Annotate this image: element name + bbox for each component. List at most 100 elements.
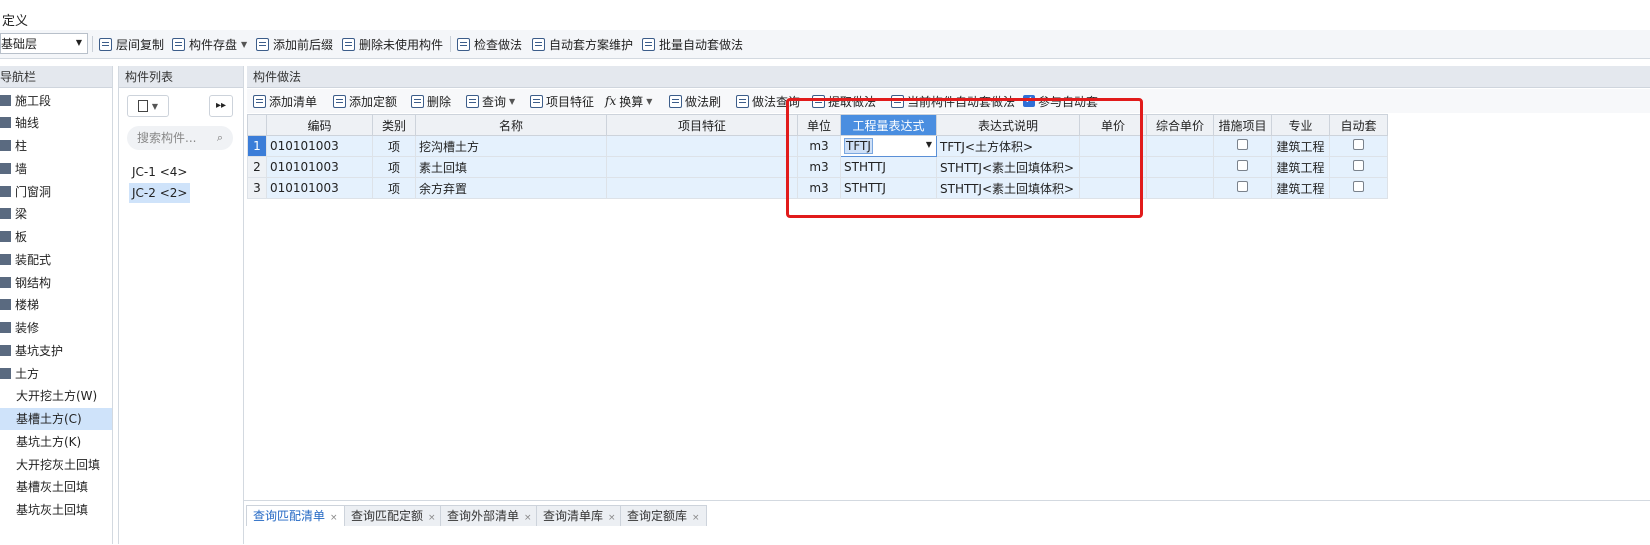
col-header[interactable]: 类别	[372, 114, 416, 136]
col-header[interactable]: 综合单价	[1146, 114, 1214, 136]
col-header[interactable]: 名称	[415, 114, 607, 136]
slab-icon	[0, 231, 11, 242]
nav-subitem[interactable]: 基槽灰土回填	[0, 476, 112, 498]
add-quota-button[interactable]: 添加定额	[333, 92, 397, 110]
new-file-icon	[137, 100, 148, 112]
cell-major[interactable]: 建筑工程	[1271, 156, 1330, 178]
tab-external-bill[interactable]: 查询外部清单 ×	[440, 505, 539, 526]
expand-icon[interactable]: ▸▸	[209, 95, 233, 117]
earthwork-icon	[0, 368, 11, 379]
cell-major[interactable]: 建筑工程	[1271, 135, 1330, 157]
check-method-button[interactable]: 检查做法	[457, 34, 522, 54]
nav-item[interactable]: 装修	[0, 317, 112, 339]
nav-item[interactable]: 楼梯	[0, 294, 112, 316]
cell-name[interactable]: 余方弃置	[415, 177, 607, 199]
nav-item[interactable]: 装配式	[0, 249, 112, 271]
add-bill-button[interactable]: 添加清单	[253, 92, 317, 110]
nav-item[interactable]: 施工段	[0, 90, 112, 112]
nav-item-label: 土方	[15, 367, 40, 381]
cell-feature[interactable]	[606, 135, 798, 157]
delete-unused-button[interactable]: 删除未使用构件	[342, 34, 443, 54]
cell-type[interactable]: 项	[372, 177, 416, 199]
tab-label: 查询定额库	[627, 509, 688, 523]
row-number-header	[247, 114, 267, 136]
close-icon[interactable]: ×	[428, 513, 436, 523]
nav-item[interactable]: 板	[0, 226, 112, 248]
col-header[interactable]: 编码	[266, 114, 373, 136]
close-icon[interactable]: ×	[692, 513, 700, 523]
measure-checkbox[interactable]	[1213, 156, 1272, 178]
component-save-button[interactable]: 构件存盘 ▼	[172, 34, 247, 54]
tab-quota-library[interactable]: 查询定额库 ×	[620, 505, 707, 526]
measure-checkbox[interactable]	[1213, 177, 1272, 199]
nav-item[interactable]: 门窗洞	[0, 181, 112, 203]
nav-item[interactable]: 土方	[0, 363, 112, 385]
tab-bill-library[interactable]: 查询清单库 ×	[536, 505, 623, 526]
measure-checkbox[interactable]	[1213, 135, 1272, 157]
cell-code[interactable]: 010101003	[266, 177, 373, 199]
cell-type[interactable]: 项	[372, 156, 416, 178]
tab-match-bill[interactable]: 查询匹配清单 ×	[246, 505, 345, 526]
nav-item[interactable]: 梁	[0, 203, 112, 225]
nav-item[interactable]: 墙	[0, 158, 112, 180]
auto-scheme-button[interactable]: 自动套方案维护	[532, 34, 633, 54]
auto-apply-checkbox[interactable]	[1329, 177, 1388, 199]
close-icon[interactable]: ×	[330, 513, 338, 523]
cell-feature[interactable]	[606, 177, 798, 199]
query-button[interactable]: 查询 ▼	[466, 92, 515, 110]
nav-subitem[interactable]: 大开挖土方(W)	[0, 385, 112, 407]
close-icon[interactable]: ×	[524, 513, 532, 523]
cell-major[interactable]: 建筑工程	[1271, 177, 1330, 199]
col-header[interactable]: 措施项目	[1213, 114, 1272, 136]
col-header[interactable]: 项目特征	[606, 114, 798, 136]
cell-code[interactable]: 010101003	[266, 135, 373, 157]
component-search-input[interactable]: 搜索构件... ⌕	[127, 126, 233, 150]
cell-type[interactable]: 项	[372, 135, 416, 157]
auto-apply-checkbox[interactable]	[1329, 156, 1388, 178]
checkbox-icon	[1237, 139, 1248, 150]
checkbox-icon	[1353, 160, 1364, 171]
nav-item-label: 墙	[15, 162, 28, 176]
component-item[interactable]: JC-1 <4>	[129, 162, 190, 182]
cell-name[interactable]: 挖沟槽土方	[415, 135, 607, 157]
tab-label: 查询匹配清单	[253, 509, 326, 523]
component-item-selected[interactable]: JC-2 <2>	[129, 183, 191, 203]
item-feature-label: 项目特征	[546, 94, 595, 109]
nav-item[interactable]: 柱	[0, 135, 112, 157]
add-quota-icon	[333, 94, 346, 108]
nav-item[interactable]: 钢结构	[0, 272, 112, 294]
nav-subitem-selected[interactable]: 基槽土方(C)	[0, 408, 112, 430]
cell-code[interactable]: 010101003	[266, 156, 373, 178]
cell-total[interactable]	[1146, 135, 1214, 157]
beam-icon	[0, 208, 11, 219]
nav-item[interactable]: 轴线	[0, 112, 112, 134]
row-number: 2	[247, 156, 267, 178]
new-component-button[interactable]: ▼	[127, 95, 169, 117]
nav-item-label: 施工段	[15, 94, 52, 108]
convert-button[interactable]: fx 换算 ▼	[605, 92, 652, 110]
tab-match-quota[interactable]: 查询匹配定额 ×	[344, 505, 443, 526]
cell-total[interactable]	[1146, 177, 1214, 199]
add-prefix-suffix-button[interactable]: 添加前后缀	[256, 34, 333, 54]
delete-button[interactable]: 删除	[411, 92, 451, 110]
batch-auto-button[interactable]: 批量自动套做法	[642, 34, 743, 54]
nav-subitem[interactable]: 大开挖灰土回填	[0, 454, 112, 476]
nav-subitem[interactable]: 基坑灰土回填	[0, 499, 112, 521]
nav-item[interactable]: 基坑支护	[0, 340, 112, 362]
col-header[interactable]: 专业	[1271, 114, 1330, 136]
cell-total[interactable]	[1146, 156, 1214, 178]
auto-apply-checkbox[interactable]	[1329, 135, 1388, 157]
method-brush-button[interactable]: 做法刷	[669, 92, 721, 110]
nav-item-label: 门窗洞	[15, 185, 52, 199]
col-header[interactable]: 自动套	[1329, 114, 1388, 136]
item-feature-button[interactable]: 项目特征	[530, 92, 594, 110]
nav-subitem[interactable]: 基坑土方(K)	[0, 431, 112, 453]
floor-copy-label: 层间复制	[116, 37, 165, 52]
floor-select[interactable]: 基础层 ▼	[0, 33, 88, 54]
cell-name[interactable]: 素土回填	[415, 156, 607, 178]
close-icon[interactable]: ×	[608, 513, 616, 523]
cell-feature[interactable]	[606, 156, 798, 178]
floor-copy-button[interactable]: 层间复制	[99, 34, 164, 54]
chevron-down-icon: ▼	[509, 96, 516, 106]
toolbar-divider	[92, 36, 93, 52]
